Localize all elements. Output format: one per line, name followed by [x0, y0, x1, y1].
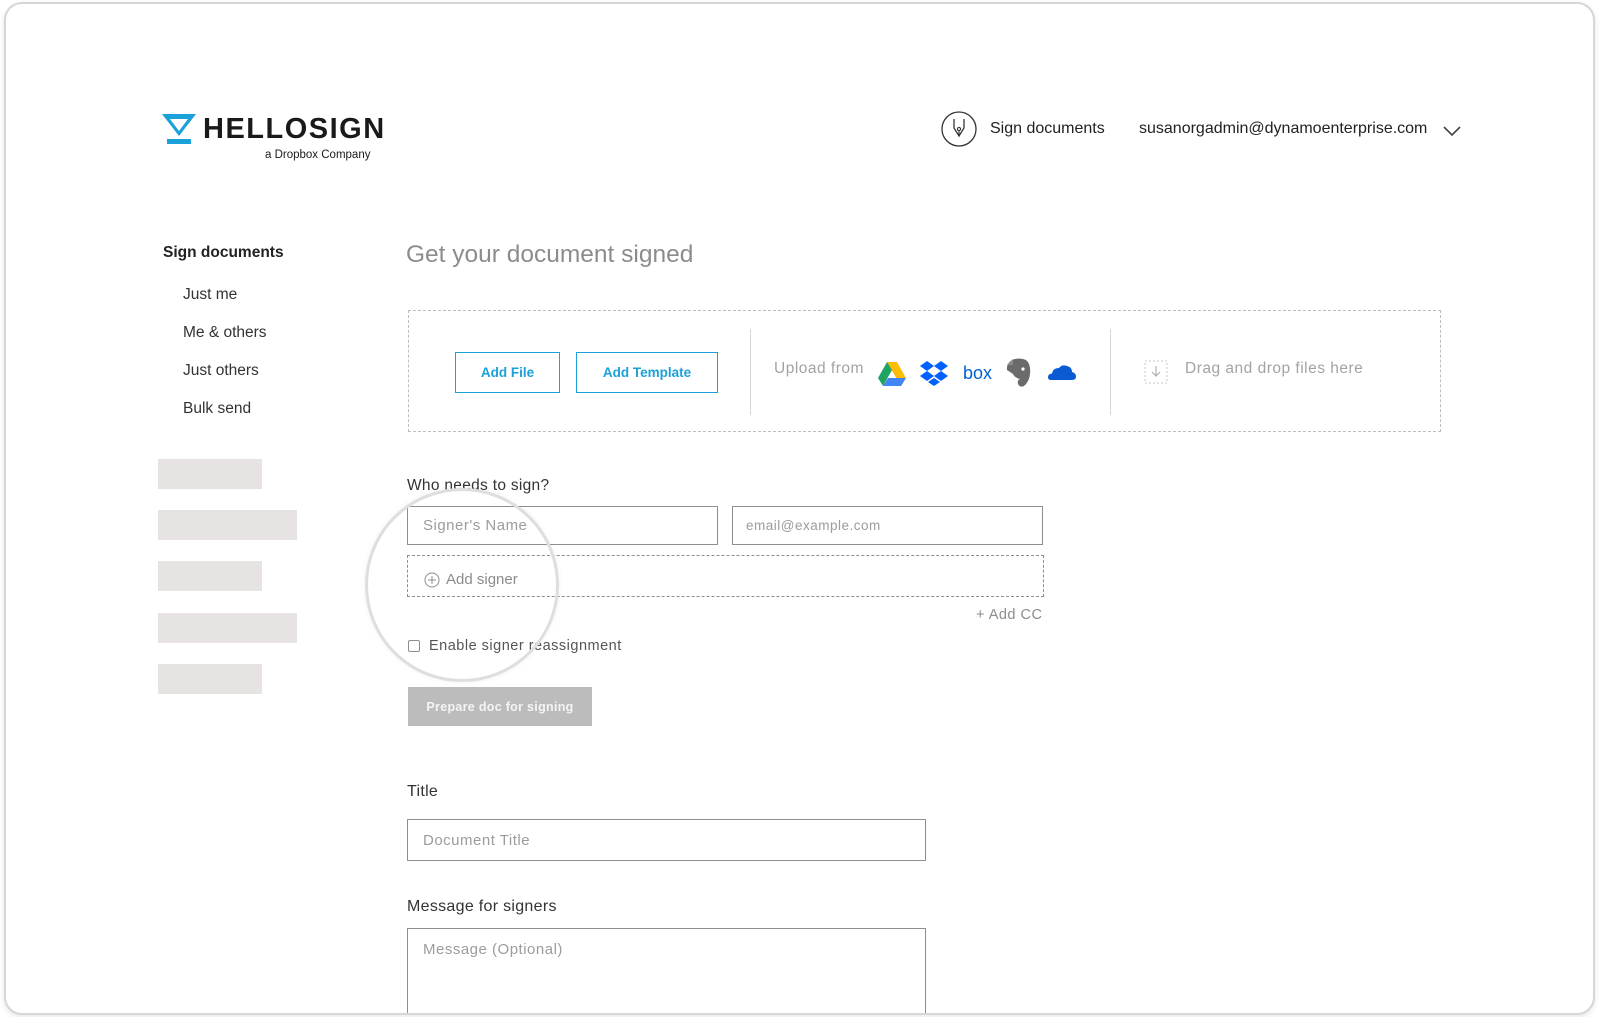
who-needs-to-sign-label: Who needs to sign?: [407, 477, 550, 494]
account-email-menu[interactable]: susanorgadmin@dynamoenterprise.com: [1139, 120, 1427, 138]
add-template-button[interactable]: Add Template: [576, 352, 718, 393]
upload-from-label: Upload from: [774, 360, 864, 377]
sidebar-item-just-me[interactable]: Just me: [183, 286, 237, 304]
prepare-doc-button[interactable]: Prepare doc for signing: [408, 687, 592, 726]
sidebar-title: Sign documents: [163, 244, 284, 261]
sidebar-placeholder-block: [158, 613, 297, 643]
sidebar-item-bulk-send[interactable]: Bulk send: [183, 400, 251, 418]
plus-circle-icon: [424, 572, 440, 587]
signer-name-field[interactable]: Signer's Name: [407, 506, 718, 545]
title-label: Title: [407, 783, 439, 800]
sidebar-item-just-others[interactable]: Just others: [183, 362, 259, 380]
brand-tagline: a Dropbox Company: [265, 149, 371, 161]
sidebar-item-me-and-others[interactable]: Me & others: [183, 324, 267, 342]
signer-reassignment-checkbox[interactable]: [408, 640, 420, 652]
page-title: Get your document signed: [406, 241, 694, 268]
signer-reassignment-label: Enable signer reassignment: [429, 638, 622, 654]
message-textarea[interactable]: Message (Optional): [407, 928, 926, 1013]
add-file-button[interactable]: Add File: [455, 352, 560, 393]
onedrive-icon[interactable]: [1047, 358, 1077, 388]
sidebar-placeholder-block: [158, 561, 262, 591]
sidebar-placeholder-block: [158, 459, 262, 489]
box-icon[interactable]: box: [962, 358, 996, 388]
signer-email-field[interactable]: email@example.com: [732, 506, 1043, 545]
message-label: Message for signers: [407, 898, 557, 915]
header-sign-documents-link[interactable]: Sign documents: [990, 120, 1105, 138]
upload-divider: [1110, 329, 1111, 415]
brand-name: HELLOSIGN: [203, 113, 386, 145]
pen-nib-icon[interactable]: [941, 111, 977, 147]
hellosign-logo-icon: [162, 114, 196, 144]
svg-text:box: box: [963, 363, 992, 383]
download-tray-icon: [1144, 360, 1168, 384]
upload-divider: [750, 329, 751, 415]
add-signer-label: Add signer: [446, 571, 518, 588]
sidebar-placeholder-block: [158, 664, 262, 694]
chevron-down-icon[interactable]: [1443, 125, 1461, 137]
google-drive-icon[interactable]: [877, 358, 907, 388]
app-window: HELLOSIGN a Dropbox Company Sign documen…: [4, 2, 1595, 1015]
dropbox-icon[interactable]: [919, 358, 949, 388]
add-signer-button[interactable]: Add signer: [424, 571, 518, 588]
sidebar-placeholder-block: [158, 510, 297, 540]
add-cc-link[interactable]: + Add CC: [976, 607, 1042, 623]
evernote-icon[interactable]: [1004, 356, 1034, 390]
document-title-input[interactable]: Document Title: [407, 819, 926, 861]
drag-drop-label: Drag and drop files here: [1185, 360, 1364, 377]
